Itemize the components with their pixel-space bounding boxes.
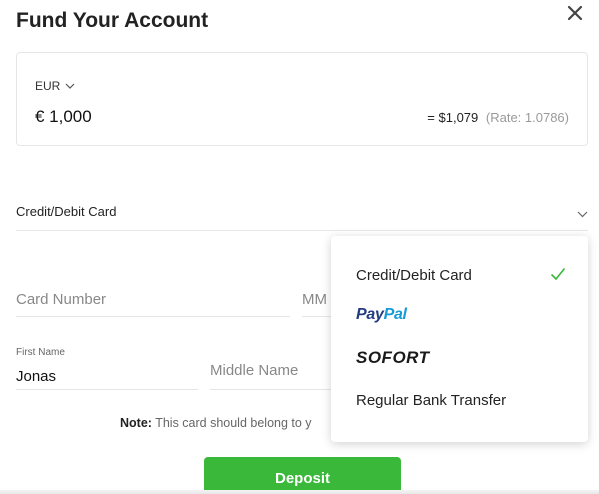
note-text: This card should belong to y xyxy=(151,416,312,430)
converted-amount: = $1,079 xyxy=(427,110,479,125)
exchange-rate: (Rate: 1.0786) xyxy=(485,110,569,125)
conversion-info: = $1,079 (Rate: 1.0786) xyxy=(427,110,569,125)
option-label: Regular Bank Transfer xyxy=(356,392,507,409)
option-label: Credit/Debit Card xyxy=(356,267,472,284)
option-regular-bank-transfer[interactable]: Regular Bank Transfer xyxy=(356,392,506,409)
card-number-placeholder: Card Number xyxy=(16,291,107,308)
card-ownership-note: Note: This card should belong to y xyxy=(120,416,312,430)
fund-account-modal: Fund Your Account EUR € 1,000 = $1,079 (… xyxy=(0,0,599,494)
option-sofort[interactable]: SOFORT xyxy=(356,348,430,368)
currency-selector[interactable]: EUR xyxy=(35,79,75,93)
payment-method-select[interactable]: Credit/Debit Card xyxy=(16,190,588,231)
first-name-value: Jonas xyxy=(16,368,57,385)
chevron-down-icon xyxy=(65,79,75,93)
note-label: Note: xyxy=(120,416,152,430)
first-name-label: First Name xyxy=(16,347,65,358)
amount-input[interactable]: € 1,000 xyxy=(35,107,92,127)
card-number-field[interactable]: Card Number xyxy=(16,284,290,317)
footer-divider xyxy=(0,490,599,494)
mm-placeholder: MM xyxy=(302,291,327,308)
paypal-logo-pal: Pal xyxy=(383,306,407,323)
chevron-down-icon xyxy=(577,205,588,223)
deposit-button[interactable]: Deposit xyxy=(204,457,401,494)
first-name-field[interactable]: First Name Jonas xyxy=(16,343,198,390)
payment-method-dropdown: Credit/Debit Card PayPal SOFORT Regular … xyxy=(331,236,588,442)
sofort-logo: SOFORT xyxy=(356,348,430,367)
expiry-month-field[interactable]: MM xyxy=(302,284,332,317)
middle-name-field[interactable]: Middle Name xyxy=(210,343,332,390)
option-credit-debit-card[interactable]: Credit/Debit Card xyxy=(356,267,472,284)
amount-panel: EUR € 1,000 = $1,079 (Rate: 1.0786) xyxy=(16,52,588,146)
payment-method-value: Credit/Debit Card xyxy=(16,204,117,219)
close-icon[interactable] xyxy=(563,2,587,26)
paypal-logo-pay: Pay xyxy=(356,306,384,323)
option-paypal[interactable]: PayPal xyxy=(356,306,407,324)
currency-label: EUR xyxy=(35,79,61,93)
middle-name-placeholder: Middle Name xyxy=(210,362,299,379)
modal-title: Fund Your Account xyxy=(16,9,209,32)
checkmark-icon xyxy=(550,267,566,286)
